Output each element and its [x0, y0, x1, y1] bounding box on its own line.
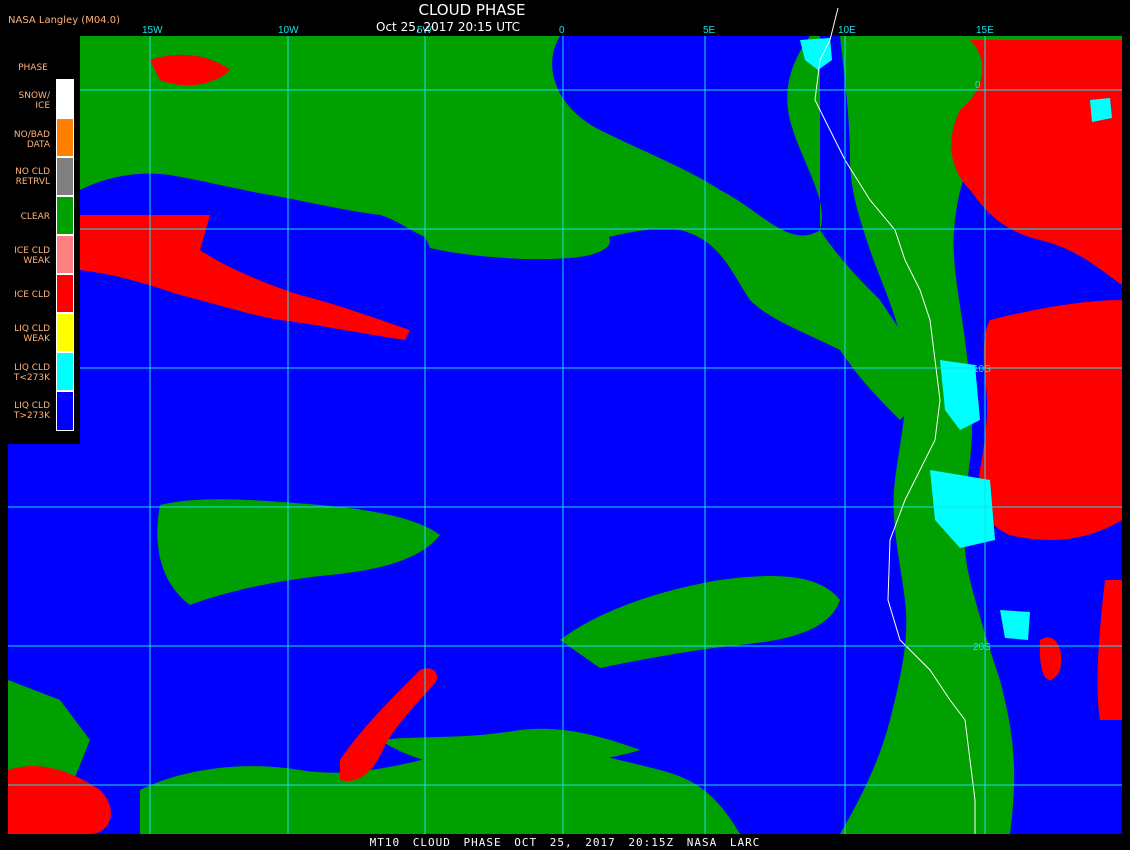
legend-label-bad-data: NO/BAD DATA	[13, 130, 50, 150]
image-timestamp: Oct 25, 2017 20:15 UTC	[376, 20, 520, 34]
legend-label-liq-weak: LIQ CLD WEAK	[14, 324, 50, 344]
legend-label-ice: ICE CLD	[14, 290, 50, 300]
legend-label-liq-warm: LIQ CLD T>273K	[13, 401, 50, 421]
cloud-phase-map: 15W 10W 5W 0 5E 10E 15E 0 10S 20S	[8, 7, 1122, 834]
legend-swatch-liq-weak	[56, 313, 74, 352]
legend-label-liq-cold: LIQ CLD T<273K	[13, 363, 50, 383]
image-title: CLOUD PHASE	[418, 1, 526, 19]
legend-label-ice-weak: ICE CLD WEAK	[14, 246, 50, 266]
legend-swatch-ice-weak	[56, 235, 74, 274]
legend-swatch-liq-warm	[56, 391, 74, 431]
lon-label-15e: 15E	[976, 25, 994, 36]
legend-swatch-bad-data	[56, 118, 74, 157]
legend-swatch-ice	[56, 274, 74, 313]
legend-swatch-snow-ice	[56, 79, 74, 118]
lat-label-10s: 10S	[973, 364, 991, 375]
legend-label-no-retrieval: NO CLD RETRVL	[15, 167, 50, 187]
legend-swatch-liq-cold	[56, 352, 74, 391]
satellite-image-view: 15W 10W 5W 0 5E 10E 15E 0 10S 20S NASA L…	[0, 0, 1130, 850]
ice-east-africa-south	[978, 300, 1122, 540]
cyan-east-speck	[1090, 98, 1112, 122]
legend-heading: PHASE	[18, 63, 48, 73]
legend-label-clear: CLEAR	[20, 212, 50, 222]
lat-label-0: 0	[975, 80, 981, 91]
lat-label-20s: 20S	[973, 642, 991, 653]
footer-caption: MT10 CLOUD PHASE OCT 25, 2017 20:15Z NAS…	[369, 836, 761, 849]
legend-swatch-no-retrieval	[56, 157, 74, 196]
legend-label-snow-ice: SNOW/ ICE	[18, 91, 50, 111]
legend-swatch-clear	[56, 196, 74, 235]
